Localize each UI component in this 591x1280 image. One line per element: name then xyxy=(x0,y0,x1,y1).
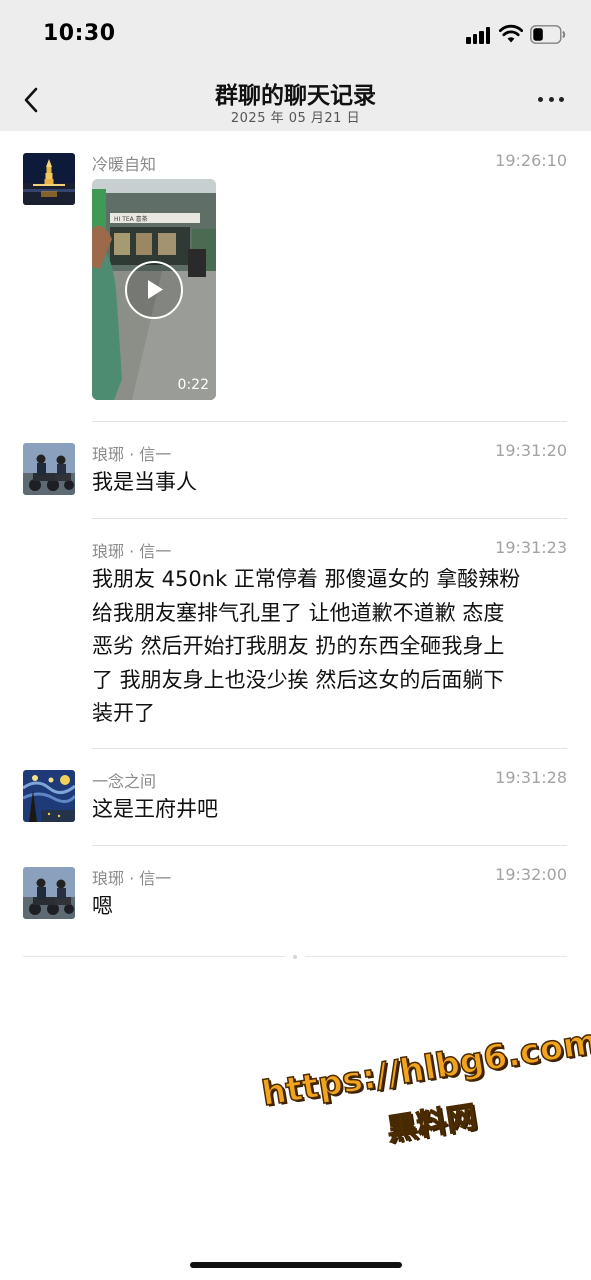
status-time: 10:30 xyxy=(43,21,116,46)
status-bar: 10:30 xyxy=(0,0,591,64)
message-time: 19:26:10 xyxy=(495,151,567,170)
message-text-line: 我朋友 450nk 正常停着 那傻逼女的 拿酸辣粉 xyxy=(92,567,521,591)
page-title: 群聊的聊天记录 xyxy=(215,83,376,109)
sender-name: 一念之间 xyxy=(92,772,157,791)
sender-name: 琅琊 · 信一 xyxy=(92,445,172,464)
play-icon xyxy=(148,280,163,299)
avatar[interactable] xyxy=(23,153,75,205)
storefront-sign: HI TEA 喜茶 xyxy=(114,215,148,223)
video-duration: 0:22 xyxy=(177,377,209,393)
end-divider-dot xyxy=(293,955,297,959)
end-divider xyxy=(305,956,567,957)
more-dots-icon[interactable] xyxy=(536,92,566,108)
wifi-icon xyxy=(499,24,523,43)
page-date: 2025 年 05 月21 日 xyxy=(230,111,361,126)
sender-name: 琅琊 · 信一 xyxy=(92,869,172,888)
pagoda-night-avatar-icon xyxy=(23,153,75,205)
message-text: 我朋友 450nk 正常停着 那傻逼女的 拿酸辣粉 给我朋友塞排气孔里了 让他道… xyxy=(92,563,562,731)
message-text: 嗯 xyxy=(92,894,113,918)
end-divider xyxy=(23,956,285,957)
video-message[interactable]: HI TEA 喜茶 0:22 xyxy=(92,179,216,400)
nav-bar: 群聊的聊天记录 2025 年 05 月21 日 xyxy=(0,64,591,131)
message-text: 我是当事人 xyxy=(92,470,197,494)
message-time: 19:31:28 xyxy=(495,768,567,787)
motorcycle-riders-avatar-icon xyxy=(23,867,75,919)
message-text-line: 恶劣 然后开始打我朋友 扔的东西全砸我身上 xyxy=(92,634,505,658)
sender-name: 冷暖自知 xyxy=(92,155,157,174)
starry-night-avatar-icon xyxy=(23,770,75,822)
battery-icon xyxy=(530,25,566,44)
home-indicator[interactable] xyxy=(190,1262,402,1268)
message-time: 19:31:23 xyxy=(495,538,567,557)
play-button[interactable] xyxy=(125,261,183,319)
message-text: 这是王府井吧 xyxy=(92,797,218,821)
message-divider xyxy=(92,748,567,749)
avatar[interactable] xyxy=(23,443,75,495)
signal-icon xyxy=(466,27,492,44)
message-divider xyxy=(92,845,567,846)
watermark: https://hlbg6.com 黑料网 xyxy=(258,1016,591,1183)
avatar[interactable] xyxy=(23,770,75,822)
message-time: 19:32:00 xyxy=(495,865,567,884)
message-text-line: 装开了 xyxy=(92,701,155,725)
sender-name: 琅琊 · 信一 xyxy=(92,542,172,561)
message-text-line: 给我朋友塞排气孔里了 让他道歉不道歉 态度 xyxy=(92,600,505,625)
watermark-name: 黑料网 xyxy=(384,1099,480,1149)
message-divider xyxy=(92,518,567,519)
avatar[interactable] xyxy=(23,867,75,919)
motorcycle-riders-avatar-icon xyxy=(23,443,75,495)
message-divider xyxy=(92,421,567,422)
message-time: 19:31:20 xyxy=(495,441,567,460)
message-text-line: 了 我朋友身上也没少挨 然后这女的后面躺下 xyxy=(92,667,505,692)
